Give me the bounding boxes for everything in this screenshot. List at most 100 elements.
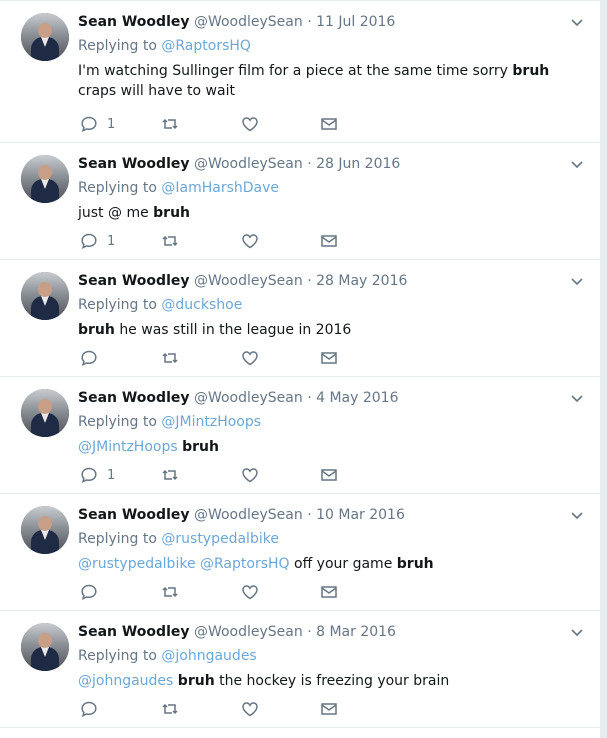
tweet-date[interactable]: 11 Jul 2016 <box>316 14 395 30</box>
heart-icon <box>242 234 258 249</box>
envelope-icon <box>321 352 337 364</box>
tweet-text-part: just @ me <box>78 205 149 221</box>
tweet-date[interactable]: 10 Mar 2016 <box>316 507 405 523</box>
chevron-down-icon[interactable] <box>570 625 584 639</box>
avatar[interactable] <box>21 506 69 554</box>
mention-link[interactable]: @rustypedalbike @RaptorsHQ <box>78 556 290 572</box>
author-name[interactable]: Sean Woodley <box>78 273 190 289</box>
like-button[interactable] <box>241 348 259 368</box>
reply-icon <box>81 584 97 600</box>
author-name[interactable]: Sean Woodley <box>78 390 190 406</box>
chevron-down-icon[interactable] <box>570 15 584 29</box>
reply-button[interactable]: 1 <box>80 465 115 485</box>
replying-to: Replying to @RaptorsHQ <box>78 37 580 56</box>
replying-to-label: Replying to <box>78 38 157 54</box>
chevron-down-icon[interactable] <box>570 391 584 405</box>
heart-icon <box>242 702 258 717</box>
retweet-button[interactable] <box>161 114 179 134</box>
tweet-content: Sean Woodley @WoodleySean · 11 Jul 2016 … <box>78 13 580 101</box>
retweet-button[interactable] <box>161 582 179 602</box>
mention-link[interactable]: @johngaudes <box>78 673 173 689</box>
author-name[interactable]: Sean Woodley <box>78 507 190 523</box>
author-handle[interactable]: @WoodleySean <box>194 14 303 30</box>
author-name[interactable]: Sean Woodley <box>78 156 190 172</box>
chevron-down-icon[interactable] <box>570 274 584 288</box>
tweet[interactable]: Sean Woodley @WoodleySean · 8 Mar 2016 R… <box>0 611 600 728</box>
like-button[interactable] <box>241 582 259 602</box>
replying-to-label: Replying to <box>78 414 157 430</box>
tweet[interactable]: Sean Woodley @WoodleySean · 28 Jun 2016 … <box>0 143 600 260</box>
tweet-actions <box>80 348 340 368</box>
replying-to-link[interactable]: @rustypedalbike <box>161 531 279 547</box>
author-name[interactable]: Sean Woodley <box>78 14 190 30</box>
chevron-down-icon[interactable] <box>570 508 584 522</box>
author-name[interactable]: Sean Woodley <box>78 624 190 640</box>
avatar[interactable] <box>21 13 69 61</box>
replying-to-label: Replying to <box>78 180 157 196</box>
chevron-down-icon[interactable] <box>570 157 584 171</box>
tweet-text-bold: bruh <box>396 556 434 572</box>
reply-button[interactable] <box>80 348 98 368</box>
retweet-button[interactable] <box>161 465 179 485</box>
author-handle[interactable]: @WoodleySean <box>194 507 303 523</box>
dm-button[interactable] <box>320 582 338 602</box>
replying-to-link[interactable]: @RaptorsHQ <box>161 38 251 54</box>
tweet-date[interactable]: 4 May 2016 <box>316 390 398 406</box>
tweet-date[interactable]: 28 Jun 2016 <box>316 156 400 172</box>
dm-button[interactable] <box>320 231 338 251</box>
tweet[interactable]: Sean Woodley @WoodleySean · 11 Jul 2016 … <box>0 0 600 143</box>
tweet-actions: 1 <box>80 114 340 134</box>
tweet-text: I'm watching Sullinger film for a piece … <box>78 61 580 101</box>
replying-to-link[interactable]: @duckshoe <box>161 297 242 313</box>
tweet-content: Sean Woodley @WoodleySean · 10 Mar 2016 … <box>78 506 580 574</box>
retweet-icon <box>162 352 178 364</box>
avatar[interactable] <box>21 623 69 671</box>
retweet-button[interactable] <box>161 231 179 251</box>
author-handle[interactable]: @WoodleySean <box>194 390 303 406</box>
replying-to-label: Replying to <box>78 531 157 547</box>
replying-to-link[interactable]: @johngaudes <box>161 648 256 664</box>
tweet-content: Sean Woodley @WoodleySean · 8 Mar 2016 R… <box>78 623 580 691</box>
reply-button[interactable]: 1 <box>80 231 115 251</box>
dm-button[interactable] <box>320 465 338 485</box>
dm-button[interactable] <box>320 114 338 134</box>
tweet[interactable]: Sean Woodley @WoodleySean · 10 Mar 2016 … <box>0 494 600 611</box>
mention-link[interactable]: @JMintzHoops <box>78 439 178 455</box>
retweet-button[interactable] <box>161 699 179 719</box>
tweet-date[interactable]: 8 Mar 2016 <box>316 624 396 640</box>
separator: · <box>307 273 312 289</box>
envelope-icon <box>321 469 337 481</box>
separator: · <box>307 14 312 30</box>
separator: · <box>307 624 312 640</box>
like-button[interactable] <box>241 465 259 485</box>
heart-icon <box>242 351 258 366</box>
dm-button[interactable] <box>320 348 338 368</box>
author-handle[interactable]: @WoodleySean <box>194 156 303 172</box>
like-button[interactable] <box>241 699 259 719</box>
tweet-text-part: the hockey is freezing your brain <box>219 673 450 689</box>
tweet-date[interactable]: 28 May 2016 <box>316 273 407 289</box>
like-button[interactable] <box>241 114 259 134</box>
reply-button[interactable] <box>80 699 98 719</box>
dm-button[interactable] <box>320 699 338 719</box>
replying-to: Replying to @IamHarshDave <box>78 179 580 198</box>
author-handle[interactable]: @WoodleySean <box>194 624 303 640</box>
author-handle[interactable]: @WoodleySean <box>194 273 303 289</box>
envelope-icon <box>321 586 337 598</box>
reply-button[interactable] <box>80 582 98 602</box>
replying-to-link[interactable]: @JMintzHoops <box>161 414 261 430</box>
tweet-text-bold: bruh <box>182 439 219 455</box>
reply-button[interactable]: 1 <box>80 114 115 134</box>
avatar[interactable] <box>21 389 69 437</box>
replying-to: Replying to @JMintzHoops <box>78 413 580 432</box>
tweet[interactable]: Sean Woodley @WoodleySean · 28 May 2016 … <box>0 260 600 377</box>
like-button[interactable] <box>241 231 259 251</box>
tweet-text: bruh he was still in the league in 2016 <box>78 320 580 340</box>
tweet[interactable]: Sean Woodley @WoodleySean · 4 May 2016 R… <box>0 377 600 494</box>
avatar[interactable] <box>21 272 69 320</box>
avatar[interactable] <box>21 155 69 203</box>
retweet-button[interactable] <box>161 348 179 368</box>
tweet-text: @JMintzHoops bruh <box>78 437 580 457</box>
replying-to-link[interactable]: @IamHarshDave <box>161 180 279 196</box>
reply-count: 1 <box>107 467 116 483</box>
